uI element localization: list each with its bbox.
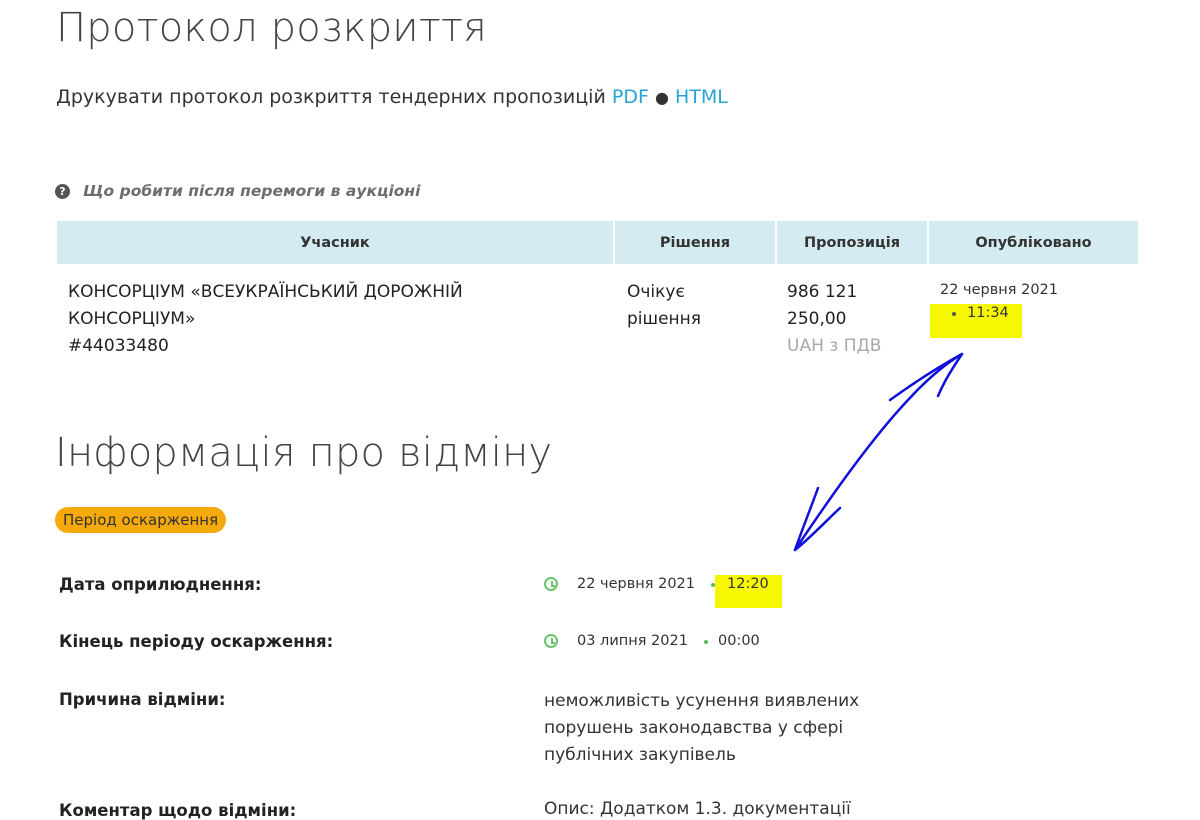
question-circle-icon: ?: [55, 183, 70, 199]
clock-icon: [544, 634, 558, 648]
publish-date-value: 22 червня 2021: [577, 576, 696, 592]
table-row-participant: КОНСОРЦІУМ «ВСЕУКРАЇНСЬКИЙ ДОРОЖНІЙ КОНС…: [68, 279, 598, 360]
table-header-decision: Рішення: [615, 221, 775, 264]
page-title: Протокол розкриття: [56, 5, 488, 51]
participant-name-line1: КОНСОРЦІУМ «ВСЕУКРАЇНСЬКИЙ ДОРОЖНІЙ: [68, 282, 463, 302]
published-dot: [952, 312, 956, 316]
cancellation-reason-label: Причина відміни:: [59, 690, 226, 709]
complaint-end-time: 00:00: [718, 633, 760, 649]
decision-line2: рішення: [627, 309, 701, 329]
clock-icon: [544, 577, 558, 591]
print-protocol-line: Друкувати протокол розкриття тендерних п…: [56, 86, 728, 108]
publish-time-value: 12:20: [727, 576, 769, 592]
published-time: 11:34: [967, 305, 1009, 321]
after-auction-help-link[interactable]: ? Що робити після перемоги в аукціоні: [55, 182, 420, 200]
complaint-end-label: Кінець періоду оскарження:: [59, 632, 334, 651]
cancellation-title: Інформація про відміну: [55, 430, 553, 476]
participant-name-line2: КОНСОРЦІУМ»: [68, 309, 196, 329]
table-header-published: Опубліковано: [929, 221, 1138, 264]
help-link-text: Що робити після перемоги в аукціоні: [83, 182, 421, 200]
table-header-participant: Учасник: [57, 221, 613, 264]
annotation-arrow: [793, 352, 964, 552]
cancellation-reason-text: неможливість усунення виявлених порушень…: [544, 691, 860, 765]
status-badge: Період оскарження: [55, 507, 227, 533]
cancellation-comment-text: Опис: Додатком 1.3. документації: [544, 799, 851, 819]
print-pdf-link[interactable]: PDF: [612, 86, 649, 108]
print-protocol-text: Друкувати протокол розкриття тендерних п…: [56, 86, 606, 108]
amount-line1: 986 121: [787, 282, 858, 302]
published-date: 22 червня 2021: [940, 282, 1059, 298]
complaint-end-dot: [704, 640, 708, 644]
table-header-proposal: Пропозиція: [777, 221, 927, 264]
cancellation-comment-label: Коментар щодо відміни:: [59, 801, 297, 820]
decision-status-link[interactable]: Очікує рішення: [627, 279, 767, 333]
decision-line1: Очікує: [627, 282, 685, 302]
complaint-end-date: 03 липня 2021: [577, 633, 688, 649]
link-separator: ●: [654, 88, 669, 107]
publish-date-label: Дата оприлюднення:: [59, 575, 262, 594]
print-html-link[interactable]: HTML: [675, 86, 728, 108]
amount-line2: 250,00: [787, 309, 847, 329]
participant-id: #44033480: [68, 336, 169, 356]
